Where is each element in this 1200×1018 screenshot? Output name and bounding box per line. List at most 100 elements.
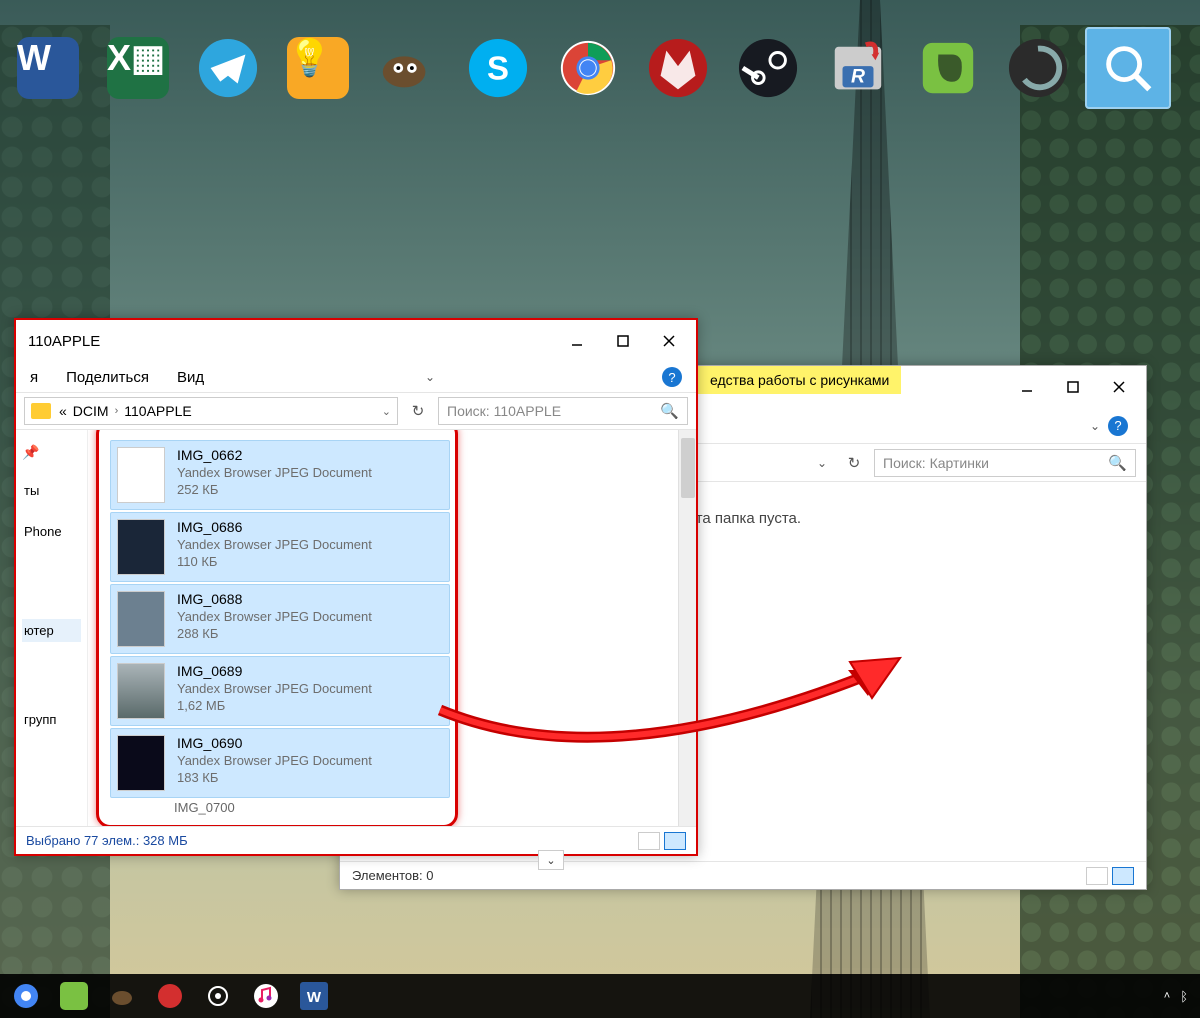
close-button[interactable] — [646, 325, 692, 357]
file-item[interactable]: IMG_0689Yandex Browser JPEG Document1,62… — [110, 656, 450, 726]
tab-share[interactable]: Поделиться — [66, 369, 149, 386]
tray-bluetooth-icon[interactable]: ᛒ — [1180, 989, 1188, 1004]
file-type: Yandex Browser JPEG Document — [177, 753, 441, 768]
skype-icon[interactable]: S — [455, 27, 541, 109]
excel-icon[interactable]: X▦ — [95, 27, 181, 109]
search-input[interactable]: Поиск: Картинки 🔍 — [874, 449, 1136, 477]
evernote-icon[interactable] — [60, 982, 88, 1010]
refresh-button[interactable]: ↻ — [404, 397, 432, 425]
nav-item-computer[interactable]: ютер — [22, 619, 81, 642]
dropdown-chevron[interactable]: ⌄ — [538, 850, 564, 870]
refresh-button[interactable]: ↻ — [840, 449, 868, 477]
breadcrumb-dcim[interactable]: DCIM — [73, 403, 109, 419]
view-icons-button[interactable] — [1112, 867, 1134, 885]
obs-icon[interactable] — [995, 27, 1081, 109]
help-icon[interactable]: ? — [1108, 416, 1128, 436]
maximize-button[interactable] — [600, 325, 646, 357]
scrollbar-thumb[interactable] — [681, 438, 695, 498]
file-size: 252 КБ — [177, 482, 441, 497]
file-size: 183 КБ — [177, 770, 441, 785]
chevron-down-icon[interactable]: ⌄ — [817, 456, 827, 470]
daemon-icon[interactable] — [156, 982, 184, 1010]
taskbar[interactable]: W ˄ ᛒ — [0, 974, 1200, 1018]
view-details-button[interactable] — [638, 832, 660, 850]
address-path[interactable]: « DCIM › 110APPLE ⌄ — [24, 397, 398, 425]
view-icons-button[interactable] — [664, 832, 686, 850]
chrome-icon[interactable] — [12, 982, 40, 1010]
word-icon[interactable]: W — [5, 27, 91, 109]
svg-text:R: R — [851, 65, 865, 87]
itunes-icon[interactable] — [252, 982, 280, 1010]
item-count: Элементов: 0 — [352, 868, 433, 883]
ribbon-collapse-icon[interactable]: ⌄ — [425, 370, 435, 384]
maximize-button[interactable] — [1050, 371, 1096, 403]
tips-icon[interactable]: 💡 — [275, 27, 361, 109]
word-icon[interactable]: W — [300, 982, 328, 1010]
nav-item-phone[interactable]: Phone — [22, 520, 81, 543]
minimize-button[interactable] — [554, 325, 600, 357]
file-thumbnail — [117, 591, 165, 647]
search-icon: 🔍 — [660, 402, 679, 420]
search-input[interactable]: Поиск: 110APPLE 🔍 — [438, 397, 688, 425]
nav-item[interactable]: ты — [22, 479, 81, 502]
selection-status: Выбрано 77 элем.: 328 МБ — [26, 833, 188, 848]
file-type: Yandex Browser JPEG Document — [177, 465, 441, 480]
revo-icon[interactable]: R — [815, 27, 901, 109]
ribbon-collapse-icon[interactable]: ⌄ — [1090, 419, 1100, 433]
telegram-icon[interactable] — [185, 27, 271, 109]
file-item[interactable]: IMG_0662Yandex Browser JPEG Document252 … — [110, 440, 450, 510]
search-placeholder: Поиск: 110APPLE — [447, 403, 561, 419]
gimp-icon[interactable] — [108, 982, 136, 1010]
explorer-window-110apple[interactable]: 110APPLE я Поделиться Вид ⌄ ? « DCIM › 1… — [14, 318, 698, 856]
contextual-tab-pictures[interactable]: едства работы с рисунками — [698, 366, 901, 394]
file-name: IMG_0690 — [177, 735, 441, 751]
steam-icon[interactable] — [725, 27, 811, 109]
nav-item-group[interactable]: групп — [22, 708, 81, 731]
chrome-icon[interactable] — [545, 27, 631, 109]
file-type: Yandex Browser JPEG Document — [177, 681, 441, 696]
file-item[interactable]: IMG_0688 Yandex Browser JPEG Document 288 … — [110, 584, 450, 654]
window-title: 110APPLE — [28, 333, 100, 350]
file-type: Yandex Browser JPEG Document — [177, 609, 441, 624]
file-thumbnail — [117, 663, 165, 719]
file-thumbnail — [117, 519, 165, 575]
svg-text:S: S — [487, 49, 509, 86]
navigation-pane[interactable]: 📌 ты Phone ютер групп — [16, 430, 88, 826]
file-item[interactable]: IMG_0690 Yandex Browser JPEG Document 183 … — [110, 728, 450, 798]
tray-overflow-icon[interactable]: ˄ — [1164, 990, 1170, 1002]
address-bar: « DCIM › 110APPLE ⌄ ↻ Поиск: 110APPLE 🔍 — [16, 392, 696, 430]
tab-view[interactable]: Вид — [177, 369, 204, 386]
view-details-button[interactable] — [1086, 867, 1108, 885]
daemon-icon[interactable] — [635, 27, 721, 109]
help-icon[interactable]: ? — [662, 367, 682, 387]
minimize-button[interactable] — [1004, 371, 1050, 403]
file-thumbnail — [117, 735, 165, 791]
file-item[interactable]: IMG_0686Yandex Browser JPEG Document110 … — [110, 512, 450, 582]
ribbon-tabs: я Поделиться Вид ⌄ ? — [16, 362, 696, 392]
file-name: IMG_0688 — [177, 591, 441, 607]
system-tray[interactable]: ˄ ᛒ — [1164, 989, 1188, 1004]
file-name-peek: IMG_0700 — [174, 800, 688, 815]
titlebar[interactable]: 110APPLE — [16, 320, 696, 362]
file-type: Yandex Browser JPEG Document — [177, 537, 441, 552]
breadcrumb-110apple[interactable]: 110APPLE — [124, 403, 191, 419]
status-bar: Выбрано 77 элем.: 328 МБ — [16, 826, 696, 854]
pin-icon[interactable]: 📌 — [22, 444, 81, 461]
file-list-panel: IMG_0662Yandex Browser JPEG Document252 … — [88, 430, 696, 826]
file-name: IMG_0689 — [177, 663, 441, 679]
evernote-icon[interactable] — [905, 27, 991, 109]
search-icon[interactable] — [1085, 27, 1171, 109]
file-size: 288 КБ — [177, 626, 441, 641]
chevron-right-icon: › — [115, 405, 119, 417]
gimp-icon[interactable] — [365, 27, 451, 109]
svg-text:W: W — [307, 989, 322, 1006]
file-thumbnail — [117, 447, 165, 503]
tab-home-partial[interactable]: я — [30, 369, 38, 386]
vertical-scrollbar[interactable] — [678, 430, 696, 826]
chevron-down-icon[interactable]: ⌄ — [382, 405, 391, 418]
close-button[interactable] — [1096, 371, 1142, 403]
search-icon: 🔍 — [1108, 454, 1127, 472]
path-pre: « — [59, 403, 67, 419]
settings-icon[interactable] — [204, 982, 232, 1010]
top-dock: W X▦ 💡 S R — [0, 25, 1178, 110]
